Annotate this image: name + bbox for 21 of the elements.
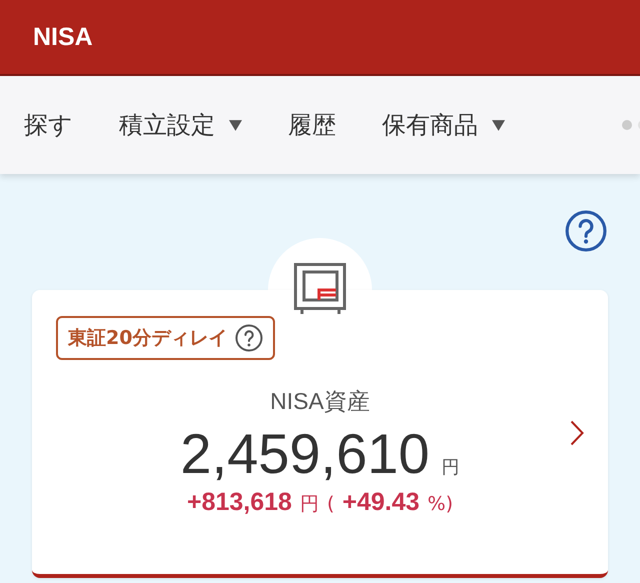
asset-card[interactable]: 東証20分ディレイ NISA資産 2,459,610 円 +813,618 円 ( +49.43 %) [32, 290, 608, 578]
asset-amount: 2,459,610 [180, 421, 430, 486]
gain-percent: +49.43 [342, 488, 420, 517]
percent-sign: %) [428, 493, 454, 515]
header-title: NISA [33, 22, 93, 52]
nav-tab[interactable]: 履歴 [288, 109, 336, 141]
chevron-right-icon[interactable] [570, 420, 584, 446]
asset-title: NISA資産 [269, 387, 371, 416]
help-icon[interactable] [565, 210, 607, 252]
safe-icon [294, 263, 346, 315]
currency-unit: 円 [300, 492, 319, 517]
nav-tab[interactable]: 積立設定 [119, 109, 242, 141]
nav-tab[interactable]: 保有商品 [382, 109, 505, 141]
delay-label: 東証20分ディレイ [68, 326, 228, 351]
parenthesis: ( [326, 493, 334, 515]
currency-unit: 円 [442, 456, 460, 479]
caret-icon [492, 120, 505, 130]
nav-tab[interactable]: 探す [24, 109, 73, 141]
help-icon[interactable] [235, 324, 264, 352]
caret-icon [229, 120, 242, 130]
gain-amount: +813,618 [186, 488, 292, 517]
